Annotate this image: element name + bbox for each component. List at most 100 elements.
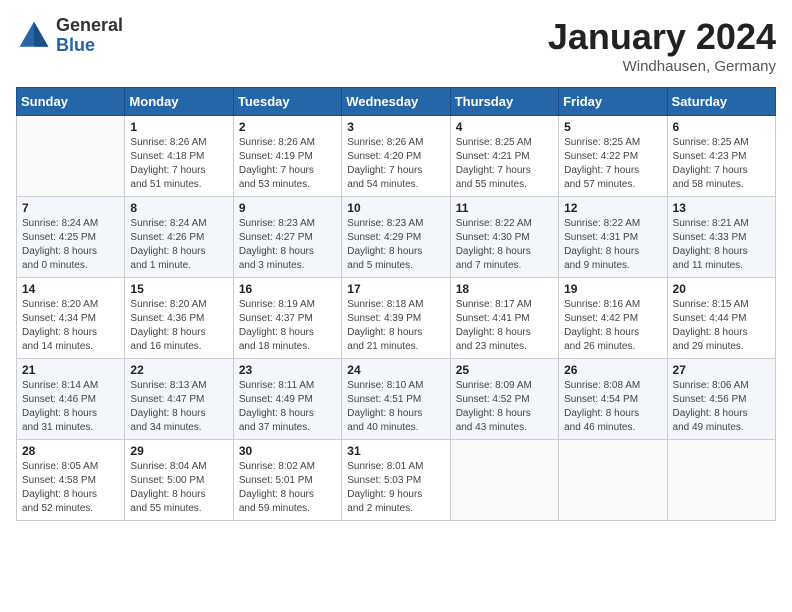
calendar-cell	[559, 440, 667, 521]
day-info: Sunrise: 8:16 AM Sunset: 4:42 PM Dayligh…	[564, 298, 661, 354]
day-info: Sunrise: 8:18 AM Sunset: 4:39 PM Dayligh…	[347, 298, 444, 354]
day-info: Sunrise: 8:09 AM Sunset: 4:52 PM Dayligh…	[456, 379, 553, 435]
day-number: 18	[456, 282, 553, 296]
day-number: 26	[564, 363, 661, 377]
calendar-cell: 3 Sunrise: 8:26 AM Sunset: 4:20 PM Daylig…	[342, 116, 450, 197]
calendar-cell: 10 Sunrise: 8:23 AM Sunset: 4:29 PM Dayli…	[342, 197, 450, 278]
day-number: 20	[673, 282, 770, 296]
day-info: Sunrise: 8:25 AM Sunset: 4:23 PM Dayligh…	[673, 136, 770, 192]
logo: General Blue	[16, 16, 123, 56]
day-info: Sunrise: 8:23 AM Sunset: 4:29 PM Dayligh…	[347, 217, 444, 273]
day-info: Sunrise: 8:24 AM Sunset: 4:26 PM Dayligh…	[130, 217, 227, 273]
day-number: 3	[347, 120, 444, 134]
day-number: 19	[564, 282, 661, 296]
day-info: Sunrise: 8:21 AM Sunset: 4:33 PM Dayligh…	[673, 217, 770, 273]
day-number: 11	[456, 201, 553, 215]
day-info: Sunrise: 8:20 AM Sunset: 4:34 PM Dayligh…	[22, 298, 119, 354]
day-number: 21	[22, 363, 119, 377]
day-number: 15	[130, 282, 227, 296]
calendar-cell: 11 Sunrise: 8:22 AM Sunset: 4:30 PM Dayli…	[450, 197, 558, 278]
day-number: 1	[130, 120, 227, 134]
day-info: Sunrise: 8:26 AM Sunset: 4:19 PM Dayligh…	[239, 136, 336, 192]
calendar-cell	[17, 116, 125, 197]
title-block: January 2024 Windhausen, Germany	[548, 16, 776, 75]
calendar-cell: 7Sunrise: 8:24 AM Sunset: 4:25 PM Daylig…	[17, 197, 125, 278]
day-number: 17	[347, 282, 444, 296]
day-info: Sunrise: 8:06 AM Sunset: 4:56 PM Dayligh…	[673, 379, 770, 435]
calendar-cell: 21 Sunrise: 8:14 AM Sunset: 4:46 PM Dayli…	[17, 359, 125, 440]
day-info: Sunrise: 8:11 AM Sunset: 4:49 PM Dayligh…	[239, 379, 336, 435]
calendar-cell: 20 Sunrise: 8:15 AM Sunset: 4:44 PM Dayli…	[667, 278, 775, 359]
calendar-cell: 4 Sunrise: 8:25 AM Sunset: 4:21 PM Daylig…	[450, 116, 558, 197]
calendar-cell: 26Sunrise: 8:08 AM Sunset: 4:54 PM Dayli…	[559, 359, 667, 440]
weekday-header-friday: Friday	[559, 88, 667, 116]
day-info: Sunrise: 8:25 AM Sunset: 4:22 PM Dayligh…	[564, 136, 661, 192]
month-title: January 2024	[548, 16, 776, 58]
day-number: 16	[239, 282, 336, 296]
calendar-body: 1 Sunrise: 8:26 AM Sunset: 4:18 PM Daylig…	[17, 116, 776, 521]
day-number: 13	[673, 201, 770, 215]
day-info: Sunrise: 8:17 AM Sunset: 4:41 PM Dayligh…	[456, 298, 553, 354]
day-number: 2	[239, 120, 336, 134]
logo-general-text: General	[56, 16, 123, 36]
calendar-cell: 2 Sunrise: 8:26 AM Sunset: 4:19 PM Daylig…	[233, 116, 341, 197]
weekday-header-wednesday: Wednesday	[342, 88, 450, 116]
day-number: 6	[673, 120, 770, 134]
day-info: Sunrise: 8:25 AM Sunset: 4:21 PM Dayligh…	[456, 136, 553, 192]
calendar-cell: 28 Sunrise: 8:05 AM Sunset: 4:58 PM Dayli…	[17, 440, 125, 521]
day-info: Sunrise: 8:05 AM Sunset: 4:58 PM Dayligh…	[22, 460, 119, 516]
day-info: Sunrise: 8:14 AM Sunset: 4:46 PM Dayligh…	[22, 379, 119, 435]
day-info: Sunrise: 8:26 AM Sunset: 4:20 PM Dayligh…	[347, 136, 444, 192]
day-number: 25	[456, 363, 553, 377]
day-number: 22	[130, 363, 227, 377]
calendar-cell: 6 Sunrise: 8:25 AM Sunset: 4:23 PM Daylig…	[667, 116, 775, 197]
calendar-cell	[667, 440, 775, 521]
day-number: 31	[347, 444, 444, 458]
day-number: 7	[22, 201, 119, 215]
calendar-cell: 13 Sunrise: 8:21 AM Sunset: 4:33 PM Dayli…	[667, 197, 775, 278]
day-number: 28	[22, 444, 119, 458]
calendar-cell: 29Sunrise: 8:04 AM Sunset: 5:00 PM Dayli…	[125, 440, 233, 521]
day-info: Sunrise: 8:04 AM Sunset: 5:00 PM Dayligh…	[130, 460, 227, 516]
weekday-header-sunday: Sunday	[17, 88, 125, 116]
day-info: Sunrise: 8:22 AM Sunset: 4:31 PM Dayligh…	[564, 217, 661, 273]
day-number: 12	[564, 201, 661, 215]
day-number: 24	[347, 363, 444, 377]
location-label: Windhausen, Germany	[548, 58, 776, 75]
day-info: Sunrise: 8:15 AM Sunset: 4:44 PM Dayligh…	[673, 298, 770, 354]
calendar-week-row: 7Sunrise: 8:24 AM Sunset: 4:25 PM Daylig…	[17, 197, 776, 278]
calendar-cell: 12 Sunrise: 8:22 AM Sunset: 4:31 PM Dayli…	[559, 197, 667, 278]
day-number: 8	[130, 201, 227, 215]
calendar-cell: 19 Sunrise: 8:16 AM Sunset: 4:42 PM Dayli…	[559, 278, 667, 359]
weekday-header-saturday: Saturday	[667, 88, 775, 116]
day-number: 23	[239, 363, 336, 377]
calendar-cell: 15 Sunrise: 8:20 AM Sunset: 4:36 PM Dayli…	[125, 278, 233, 359]
calendar-cell: 31Sunrise: 8:01 AM Sunset: 5:03 PM Dayli…	[342, 440, 450, 521]
day-number: 30	[239, 444, 336, 458]
day-info: Sunrise: 8:10 AM Sunset: 4:51 PM Dayligh…	[347, 379, 444, 435]
calendar-cell: 1 Sunrise: 8:26 AM Sunset: 4:18 PM Daylig…	[125, 116, 233, 197]
calendar-cell: 24 Sunrise: 8:10 AM Sunset: 4:51 PM Dayli…	[342, 359, 450, 440]
weekday-header-tuesday: Tuesday	[233, 88, 341, 116]
day-info: Sunrise: 8:26 AM Sunset: 4:18 PM Dayligh…	[130, 136, 227, 192]
day-number: 27	[673, 363, 770, 377]
calendar-week-row: 21 Sunrise: 8:14 AM Sunset: 4:46 PM Dayli…	[17, 359, 776, 440]
day-info: Sunrise: 8:20 AM Sunset: 4:36 PM Dayligh…	[130, 298, 227, 354]
day-info: Sunrise: 8:22 AM Sunset: 4:30 PM Dayligh…	[456, 217, 553, 273]
calendar-cell: 5Sunrise: 8:25 AM Sunset: 4:22 PM Daylig…	[559, 116, 667, 197]
day-number: 4	[456, 120, 553, 134]
calendar-cell: 17 Sunrise: 8:18 AM Sunset: 4:39 PM Dayli…	[342, 278, 450, 359]
calendar-cell: 18 Sunrise: 8:17 AM Sunset: 4:41 PM Dayli…	[450, 278, 558, 359]
calendar-header-row: SundayMondayTuesdayWednesdayThursdayFrid…	[17, 88, 776, 116]
calendar-week-row: 14Sunrise: 8:20 AM Sunset: 4:34 PM Dayli…	[17, 278, 776, 359]
calendar-cell: 30Sunrise: 8:02 AM Sunset: 5:01 PM Dayli…	[233, 440, 341, 521]
page-header: General Blue January 2024 Windhausen, Ge…	[16, 16, 776, 75]
day-number: 10	[347, 201, 444, 215]
calendar-table: SundayMondayTuesdayWednesdayThursdayFrid…	[16, 87, 776, 521]
calendar-week-row: 28 Sunrise: 8:05 AM Sunset: 4:58 PM Dayli…	[17, 440, 776, 521]
logo-icon	[16, 18, 52, 54]
calendar-cell: 16Sunrise: 8:19 AM Sunset: 4:37 PM Dayli…	[233, 278, 341, 359]
calendar-cell: 8 Sunrise: 8:24 AM Sunset: 4:26 PM Daylig…	[125, 197, 233, 278]
calendar-cell: 14Sunrise: 8:20 AM Sunset: 4:34 PM Dayli…	[17, 278, 125, 359]
calendar-cell: 27 Sunrise: 8:06 AM Sunset: 4:56 PM Dayli…	[667, 359, 775, 440]
